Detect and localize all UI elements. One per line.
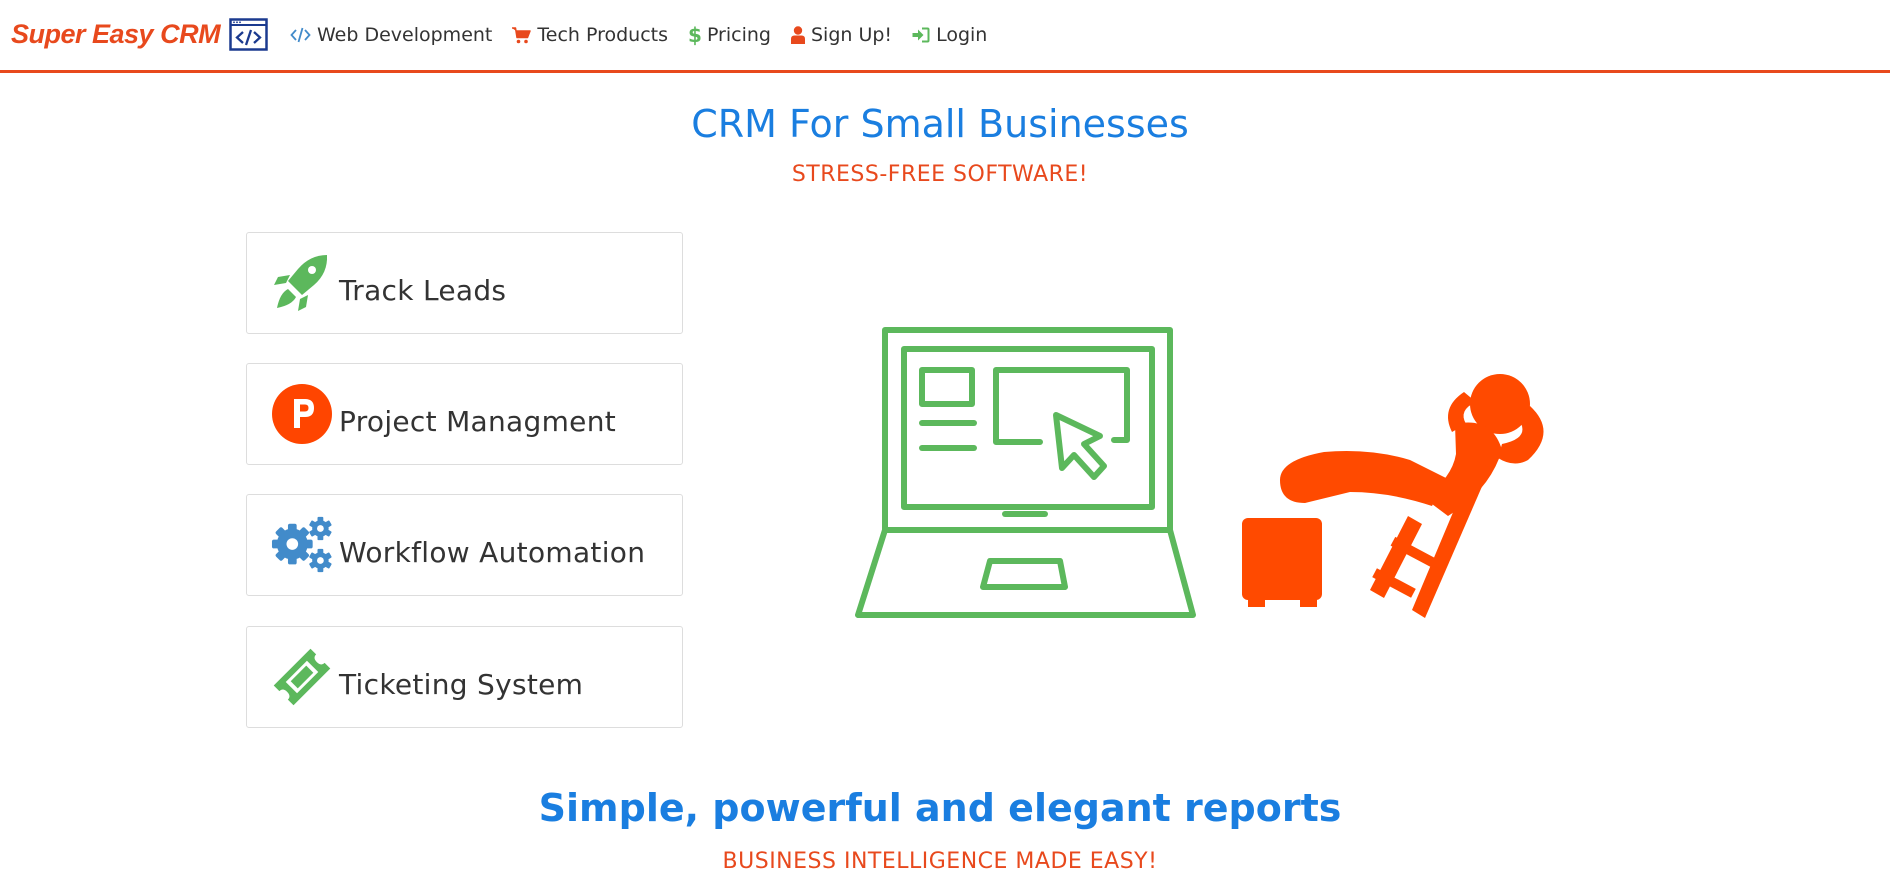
- laptop-icon: [855, 327, 1196, 618]
- brand-logo-link[interactable]: Super Easy CRM: [11, 18, 268, 51]
- top-navbar: Super Easy CRM Web Development Tech Prod…: [0, 0, 1890, 73]
- feature-label: Track Leads: [339, 273, 507, 307]
- product-hunt-icon: [272, 384, 332, 444]
- nav-item-label: Tech Products: [537, 24, 669, 46]
- dollar-icon: $: [688, 23, 702, 47]
- gears-icon: [271, 516, 332, 573]
- reports-title: Simple, powerful and elegant reports: [538, 786, 1342, 830]
- relaxing-person-icon: [1242, 374, 1544, 618]
- nav-item-login[interactable]: Login: [912, 24, 987, 46]
- nav-item-sign-up[interactable]: Sign Up!: [790, 24, 893, 46]
- nav-item-tech-products[interactable]: Tech Products: [512, 24, 668, 46]
- feature-label: Project Managment: [339, 404, 617, 438]
- nav-item-label: Sign Up!: [810, 24, 893, 46]
- nav-item-web-development[interactable]: Web Development: [290, 24, 492, 46]
- reports-subtitle: BUSINESS INTELLIGENCE MADE EASY!: [722, 849, 1158, 874]
- hero-illustration: [855, 327, 1544, 618]
- main-nav: Web Development Tech Products $ Pricing …: [290, 23, 1007, 47]
- hero-title: CRM For Small Businesses: [691, 102, 1189, 146]
- brand-name: Super Easy CRM: [11, 19, 221, 49]
- feature-card-workflow-automation[interactable]: Workflow Automation: [246, 494, 683, 596]
- code-window-icon: [229, 18, 268, 51]
- ticket-icon: [273, 648, 331, 706]
- shopping-cart-icon: [512, 26, 532, 43]
- nav-item-label: Web Development: [317, 24, 493, 46]
- user-icon: [790, 26, 805, 44]
- feature-card-track-leads[interactable]: Track Leads: [246, 232, 683, 334]
- feature-label: Ticketing System: [339, 667, 584, 701]
- rocket-icon: [274, 255, 328, 311]
- nav-item-label: Pricing: [706, 24, 771, 46]
- sign-in-icon: [912, 27, 930, 43]
- hero-subtitle: STRESS-FREE SOFTWARE!: [791, 162, 1089, 187]
- nav-item-label: Login: [936, 24, 988, 46]
- feature-card-project-management[interactable]: Project Managment: [246, 363, 683, 465]
- feature-label: Workflow Automation: [339, 535, 646, 569]
- feature-card-ticketing-system[interactable]: Ticketing System: [246, 626, 683, 728]
- code-icon: [290, 27, 311, 43]
- nav-item-pricing[interactable]: $ Pricing: [688, 23, 771, 47]
